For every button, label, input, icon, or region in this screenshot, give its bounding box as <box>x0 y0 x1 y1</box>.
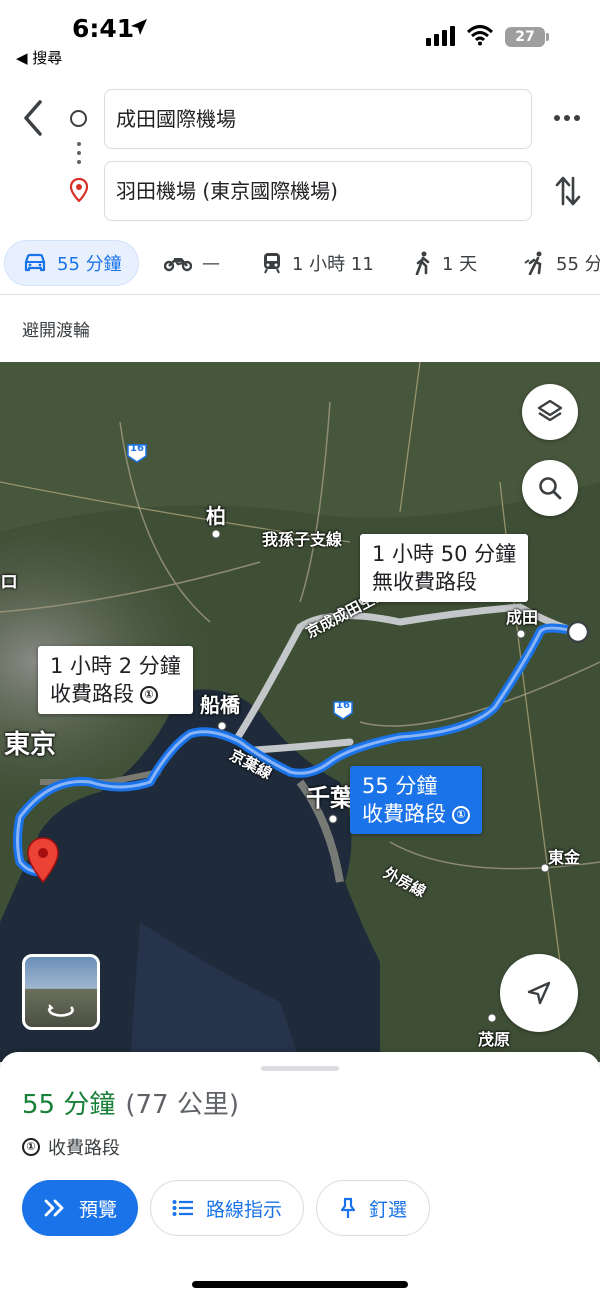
travel-mode-bar: 55 分鐘 — 1 小時 11 1 天 55 分 <box>0 240 600 290</box>
place-label-edge: ロ <box>0 572 18 593</box>
my-location-button[interactable] <box>500 954 578 1032</box>
divider <box>0 294 600 295</box>
route-summary: 55 分鐘 (77 公里) <box>22 1084 239 1121</box>
pin-label: 釘選 <box>368 1198 407 1221</box>
car-icon <box>24 253 46 272</box>
destination-pin-icon <box>70 178 88 202</box>
back-arrow-icon[interactable] <box>16 98 50 138</box>
mode-motorcycle-label: — <box>202 252 220 274</box>
route-note: 無收費路段 <box>372 570 477 594</box>
origin-input[interactable]: 成田國際機場 <box>104 89 532 149</box>
route-callout-toll-alt[interactable]: 1 小時 2 分鐘 收費路段 ① <box>38 646 193 714</box>
mode-ride-label: 55 分 <box>556 254 600 275</box>
list-icon <box>172 1200 193 1216</box>
mode-ride[interactable]: 55 分 <box>524 240 600 286</box>
summary-duration: 55 分鐘 <box>22 1090 116 1120</box>
avoid-ferries-option[interactable]: 避開渡輪 <box>22 316 90 341</box>
navigation-arrow-icon <box>527 981 551 1005</box>
battery-tip <box>546 33 549 41</box>
toll-icon: ① <box>140 686 158 704</box>
preview-button[interactable]: 預覽 <box>22 1180 138 1236</box>
toll-info: ① 收費路段 <box>22 1134 120 1160</box>
back-to-app-link[interactable]: ◀ 搜尋 <box>16 47 62 68</box>
street-view-thumbnail[interactable] <box>22 954 100 1030</box>
pin-button[interactable]: 釘選 <box>316 1180 430 1236</box>
toll-icon: ① <box>452 806 470 824</box>
place-label-mobara: 茂原 <box>478 1030 511 1049</box>
place-label-togane: 東金 <box>548 848 581 867</box>
search-along-route-button[interactable] <box>522 460 578 516</box>
preview-label: 預覽 <box>78 1198 117 1221</box>
destination-input[interactable]: 羽田機場 (東京國際機場) <box>104 161 532 221</box>
route-callout-no-toll[interactable]: 1 小時 50 分鐘 無收費路段 <box>360 534 529 602</box>
street-view-rotate-icon <box>47 1004 74 1017</box>
wifi-icon <box>466 25 494 46</box>
route-shield-label: 16 <box>336 700 350 711</box>
directions-label: 路線指示 <box>205 1198 282 1221</box>
train-icon <box>264 253 280 274</box>
toll-label: 收費路段 <box>48 1138 120 1159</box>
place-label-chiba: 千葉 <box>306 784 354 812</box>
destination-marker-icon <box>27 837 59 884</box>
route-note: 收費路段 <box>362 802 446 826</box>
ride-icon <box>524 251 542 275</box>
mode-driving[interactable]: 55 分鐘 <box>4 240 139 286</box>
pin-icon <box>340 1197 356 1218</box>
mode-motorcycle[interactable]: — <box>164 240 220 286</box>
mode-transit-label: 1 小時 11 <box>292 254 374 275</box>
search-icon <box>539 477 562 500</box>
place-label-tokyo: 東京 <box>4 730 57 760</box>
status-time: 6:41 <box>72 14 135 43</box>
route-callout-selected[interactable]: 55 分鐘 收費路段 ① <box>350 766 482 834</box>
mode-transit[interactable]: 1 小時 11 <box>262 240 374 286</box>
status-bar: 6:41 ◀ 搜尋 27 <box>0 0 600 80</box>
directions-button[interactable]: 路線指示 <box>150 1180 304 1236</box>
battery-indicator: 27 <box>505 27 545 47</box>
mode-walking[interactable]: 1 天 <box>414 240 477 286</box>
mode-walking-label: 1 天 <box>442 254 478 275</box>
route-duration: 55 分鐘 <box>362 774 438 798</box>
layers-icon <box>537 399 563 422</box>
cellular-signal-icon <box>426 26 455 46</box>
walk-icon <box>415 251 430 275</box>
route-note: 收費路段 <box>50 682 134 706</box>
route-duration: 1 小時 50 分鐘 <box>372 542 517 566</box>
place-label-funabashi: 船橋 <box>200 693 240 717</box>
summary-distance: (77 公里) <box>125 1090 239 1120</box>
motorcycle-icon <box>164 258 192 272</box>
route-details-sheet: 55 分鐘 (77 公里) ① 收費路段 預覽 路線指示 釘選 <box>0 1052 600 1300</box>
mode-driving-label: 55 分鐘 <box>57 254 122 275</box>
route-shield-label: 16 <box>130 443 144 454</box>
sheet-drag-handle[interactable] <box>261 1066 339 1071</box>
swap-icon[interactable] <box>554 174 582 208</box>
double-chevron-icon <box>44 1199 64 1217</box>
route-duration: 1 小時 2 分鐘 <box>50 654 181 678</box>
layers-button[interactable] <box>522 384 578 440</box>
origin-dot-icon <box>70 110 87 127</box>
line-label-abiko: 我孫子支線 <box>262 530 343 549</box>
place-label-kashiwa: 柏 <box>206 504 226 528</box>
place-label-narita: 成田 <box>506 608 539 627</box>
toll-icon: ① <box>22 1138 40 1156</box>
home-indicator[interactable] <box>192 1281 408 1288</box>
more-options-icon[interactable] <box>553 110 581 126</box>
route-dots <box>77 142 81 169</box>
location-arrow-icon <box>131 19 147 35</box>
